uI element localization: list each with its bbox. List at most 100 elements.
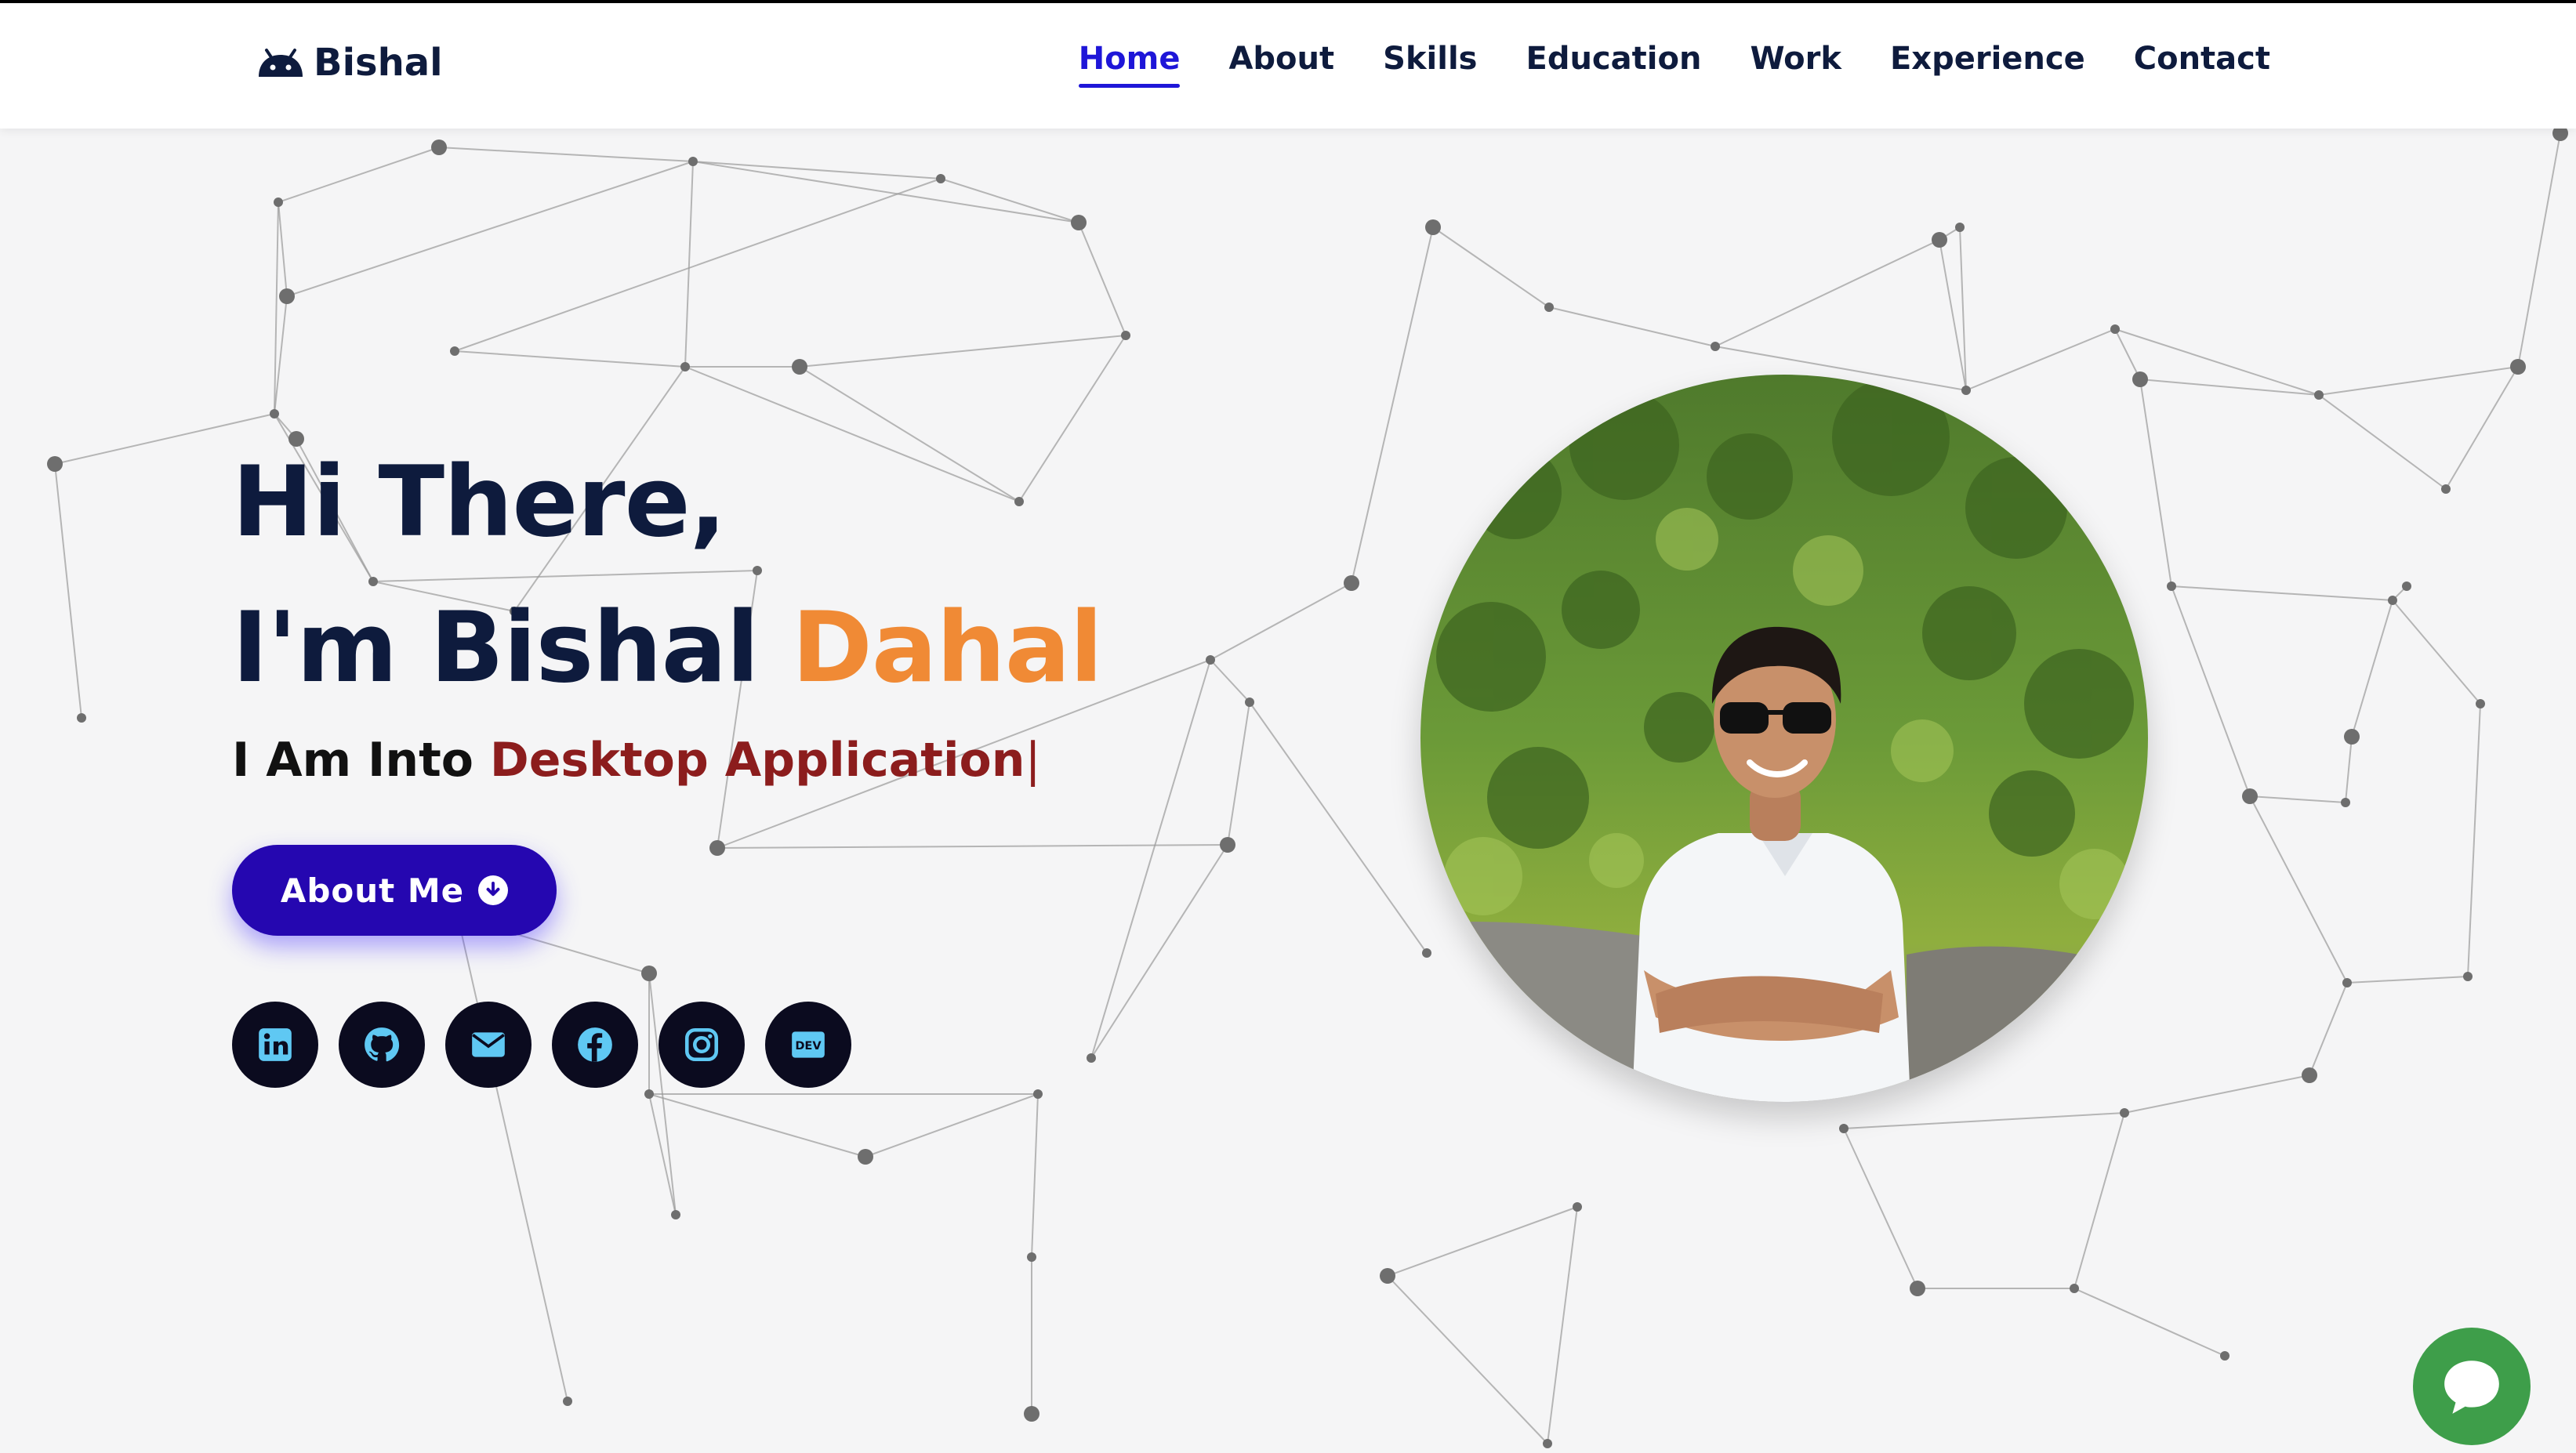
network-node xyxy=(1839,1124,1849,1133)
network-node xyxy=(1220,837,1235,853)
logo-link[interactable]: Bishal xyxy=(256,41,443,85)
network-node xyxy=(1087,1053,1096,1063)
network-node xyxy=(1425,219,1441,235)
network-link xyxy=(2351,600,2393,737)
facebook-icon xyxy=(578,1027,612,1062)
network-link xyxy=(2445,366,2519,490)
network-node xyxy=(450,346,459,356)
network-link xyxy=(2346,976,2469,984)
instagram-link[interactable] xyxy=(659,1002,745,1088)
network-node xyxy=(563,1397,572,1406)
network-node xyxy=(77,713,86,723)
linkedin-icon xyxy=(259,1028,292,1061)
dev-link[interactable]: DEV xyxy=(765,1002,851,1088)
profile-photo-illustration xyxy=(1420,375,2148,1102)
network-node xyxy=(270,409,279,419)
network-node xyxy=(858,1149,873,1165)
about-me-label: About Me xyxy=(280,871,465,910)
network-node xyxy=(1573,1202,1582,1212)
network-node xyxy=(431,140,447,155)
network-link xyxy=(1227,701,1250,846)
nav-work[interactable]: Work xyxy=(1750,41,1841,88)
network-link xyxy=(2139,379,2172,587)
network-node xyxy=(1245,698,1254,707)
network-link xyxy=(648,1093,677,1216)
network-node xyxy=(2220,1351,2230,1361)
network-link xyxy=(1547,1206,1578,1444)
network-link xyxy=(1959,226,1967,391)
network-link xyxy=(684,161,694,368)
network-node xyxy=(1024,1406,1039,1422)
network-link xyxy=(717,844,1228,849)
facebook-link[interactable] xyxy=(552,1002,638,1088)
dev-icon: DEV xyxy=(792,1031,825,1058)
network-node xyxy=(1206,655,1215,665)
network-link xyxy=(2249,795,2346,803)
network-link xyxy=(799,335,1127,368)
network-link xyxy=(2073,1112,2125,1289)
network-node xyxy=(274,197,283,207)
network-node xyxy=(641,966,657,981)
network-link xyxy=(1031,1093,1039,1258)
nav-education[interactable]: Education xyxy=(1526,41,1702,88)
network-link xyxy=(692,161,942,179)
network-node xyxy=(2342,978,2352,987)
linkedin-link[interactable] xyxy=(232,1002,318,1088)
network-link xyxy=(457,916,568,1402)
network-node xyxy=(1344,575,1359,591)
network-node xyxy=(2167,582,2176,591)
network-node xyxy=(2463,972,2473,981)
network-link xyxy=(1548,306,1716,347)
network-link xyxy=(1843,1128,1918,1289)
network-node xyxy=(688,157,698,166)
network-node xyxy=(2070,1284,2079,1293)
greeting-heading: Hi There, xyxy=(232,446,727,559)
network-link xyxy=(2467,703,2481,977)
intro-highlight: Dahal xyxy=(791,592,1103,705)
network-node xyxy=(1121,331,1130,340)
network-link xyxy=(2114,328,2320,396)
chat-button[interactable] xyxy=(2413,1328,2531,1445)
network-node xyxy=(1543,1439,1552,1448)
github-icon xyxy=(365,1027,400,1062)
hero-heading: Hi There, I'm Bishal Dahal xyxy=(232,429,1103,721)
network-link xyxy=(54,463,82,719)
network-link xyxy=(2171,585,2393,601)
typed-role: Desktop Application xyxy=(489,733,1025,788)
network-link xyxy=(1387,1275,1548,1444)
email-link[interactable] xyxy=(445,1002,532,1088)
github-link[interactable] xyxy=(339,1002,425,1088)
nav-home[interactable]: Home xyxy=(1078,41,1180,88)
network-node xyxy=(47,456,63,472)
instagram-icon xyxy=(684,1027,719,1062)
main-nav: Home About Skills Education Work Experie… xyxy=(1030,41,2270,88)
network-link xyxy=(692,161,1079,223)
nav-about[interactable]: About xyxy=(1228,41,1334,88)
network-node xyxy=(2388,596,2397,605)
network-node xyxy=(1422,948,1431,958)
social-links: DEV xyxy=(232,1002,851,1088)
network-link xyxy=(940,178,1079,223)
typing-cursor: | xyxy=(1025,733,1041,788)
network-node xyxy=(792,359,807,375)
network-node xyxy=(2120,1108,2129,1118)
particle-network-background xyxy=(47,125,2568,1448)
network-link xyxy=(278,147,440,203)
typed-role-line: I Am Into Desktop Application| xyxy=(232,733,1041,788)
network-node xyxy=(2402,582,2411,591)
nav-experience[interactable]: Experience xyxy=(1890,41,2085,88)
network-link xyxy=(1210,659,1250,703)
network-node xyxy=(1380,1268,1395,1284)
top-navbar: Bishal Home About Skills Education Work … xyxy=(0,0,2576,129)
network-link xyxy=(1714,239,1940,347)
network-link xyxy=(286,161,694,297)
nav-skills[interactable]: Skills xyxy=(1383,41,1477,88)
network-node xyxy=(2110,324,2120,334)
network-node xyxy=(2242,788,2258,804)
about-me-button[interactable]: About Me xyxy=(232,845,557,936)
intro-heading: I'm Bishal Dahal xyxy=(232,575,1103,721)
network-link xyxy=(1843,1112,2125,1129)
nav-contact[interactable]: Contact xyxy=(2134,41,2270,88)
network-link xyxy=(454,178,942,352)
intro-prefix: I'm Bishal xyxy=(232,592,792,705)
